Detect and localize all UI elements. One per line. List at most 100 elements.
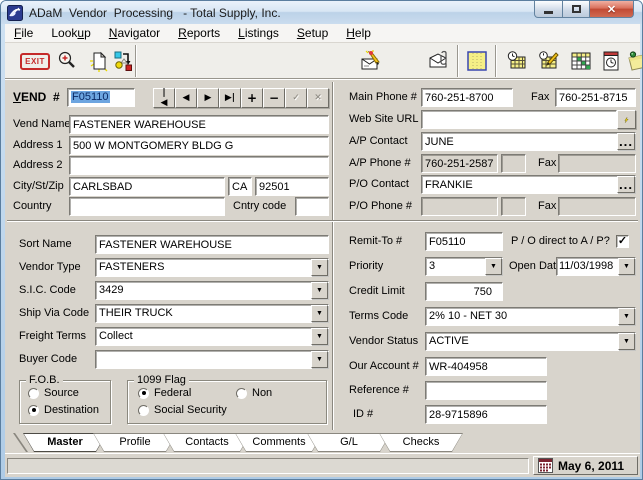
ap-contact-input[interactable]: [421, 132, 636, 151]
credit-limit-input[interactable]: [425, 282, 503, 301]
freight-terms-label: Freight Terms: [19, 327, 86, 345]
nav-last-button[interactable]: ▶|: [219, 88, 241, 108]
mail-attachment-icon: [427, 49, 451, 73]
ship-via-combo[interactable]: THEIR TRUCK: [95, 304, 329, 323]
main-fax-label: Fax: [531, 88, 549, 106]
city-input[interactable]: [69, 177, 225, 196]
maximize-button[interactable]: [562, 1, 590, 18]
ap-fax-input[interactable]: [558, 154, 636, 173]
menu-help[interactable]: Help: [337, 24, 380, 42]
po-phone-label: P/O Phone #: [349, 197, 412, 215]
web-url-input[interactable]: [421, 110, 617, 129]
ap-contact-lookup-button[interactable]: ...: [617, 133, 635, 150]
menu-lookup[interactable]: Lookup: [42, 24, 99, 42]
zip-input[interactable]: [255, 177, 329, 196]
address1-input[interactable]: [69, 136, 329, 155]
sticky-note-icon: [625, 49, 643, 73]
state-input[interactable]: [228, 177, 252, 196]
flag-federal-radio[interactable]: Federal: [138, 387, 191, 399]
exit-button[interactable]: EXIT: [17, 47, 53, 75]
document-clock-button[interactable]: [597, 47, 625, 75]
flag-social-security-radio[interactable]: Social Security: [138, 404, 227, 416]
spreadsheet-button[interactable]: [463, 47, 491, 75]
cntry-code-input[interactable]: [295, 197, 329, 216]
chevron-down-icon[interactable]: [311, 328, 328, 345]
calendar-icon: [538, 458, 553, 473]
nav-delete-button[interactable]: −: [263, 88, 285, 108]
menu-file[interactable]: File: [5, 24, 42, 42]
ap-phone-ext-input[interactable]: [501, 154, 526, 173]
nav-next-button[interactable]: ▶: [197, 88, 219, 108]
menu-navigator[interactable]: Navigator: [100, 24, 169, 42]
minimize-button[interactable]: [534, 1, 563, 18]
po-direct-checkbox[interactable]: [616, 235, 629, 248]
close-button[interactable]: ✕: [589, 1, 634, 18]
address2-label: Address 2: [13, 156, 63, 174]
priority-label: Priority: [349, 257, 383, 275]
send-mail-button[interactable]: [357, 47, 385, 75]
nav-first-button[interactable]: |◀: [153, 88, 175, 108]
city-label: City/St/Zip: [13, 177, 64, 195]
fob-source-radio[interactable]: Source: [28, 387, 79, 399]
menu-listings[interactable]: Listings: [229, 24, 288, 42]
country-label: Country: [13, 197, 52, 215]
fob-destination-radio[interactable]: Destination: [28, 404, 99, 416]
web-url-go-button[interactable]: [617, 110, 636, 129]
nav-cancel-button[interactable]: ✕: [307, 88, 329, 108]
terms-code-label: Terms Code: [349, 307, 408, 325]
calendar-clock-button[interactable]: [503, 47, 531, 75]
chevron-down-icon[interactable]: [618, 258, 635, 275]
calendar-edit-button[interactable]: [535, 47, 563, 75]
remit-to-input[interactable]: [425, 232, 503, 251]
id-number-input[interactable]: [425, 405, 547, 424]
chevron-down-icon[interactable]: [311, 282, 328, 299]
reference-input[interactable]: [425, 381, 547, 400]
buyer-code-combo[interactable]: [95, 350, 329, 369]
menu-reports[interactable]: Reports: [169, 24, 229, 42]
open-date-combo[interactable]: 11/03/1998: [556, 257, 636, 276]
app-icon: [7, 5, 23, 21]
zoom-button[interactable]: [53, 47, 81, 75]
ap-phone-input[interactable]: [421, 154, 498, 173]
priority-combo[interactable]: 3: [425, 257, 503, 276]
vendor-status-combo[interactable]: ACTIVE: [425, 332, 636, 351]
nav-prev-button[interactable]: ◀: [175, 88, 197, 108]
maximize-icon: [572, 5, 581, 13]
po-phone-ext-input[interactable]: [501, 197, 526, 216]
sic-code-combo[interactable]: 3429: [95, 281, 329, 300]
vend-name-input[interactable]: [69, 115, 329, 134]
chevron-down-icon[interactable]: [311, 351, 328, 368]
address2-input[interactable]: [69, 156, 329, 175]
country-input[interactable]: [69, 197, 225, 216]
main-phone-input[interactable]: [421, 88, 513, 107]
vendor-type-combo[interactable]: FASTENERS: [95, 258, 329, 277]
sort-name-input[interactable]: [95, 235, 329, 254]
chevron-down-icon[interactable]: [618, 308, 635, 325]
nav-insert-button[interactable]: +: [241, 88, 263, 108]
chevron-down-icon[interactable]: [311, 305, 328, 322]
po-fax-input[interactable]: [558, 197, 636, 216]
chevron-down-icon[interactable]: [618, 333, 635, 350]
menu-setup[interactable]: Setup: [288, 24, 337, 42]
freight-terms-combo[interactable]: Collect: [95, 327, 329, 346]
main-fax-input[interactable]: [555, 88, 636, 107]
po-contact-lookup-button[interactable]: ...: [617, 176, 635, 193]
po-phone-input[interactable]: [421, 197, 498, 216]
table-button[interactable]: [567, 47, 595, 75]
mail-attachment-button[interactable]: [425, 47, 453, 75]
nav-post-button[interactable]: ✓: [285, 88, 307, 108]
vend-number-input[interactable]: F05110: [67, 88, 135, 107]
chevron-down-icon[interactable]: [485, 258, 502, 275]
ap-phone-label: A/P Phone #: [349, 154, 411, 172]
chevron-down-icon[interactable]: [311, 259, 328, 276]
toolbar-divider: [135, 45, 137, 77]
navigator-button[interactable]: [109, 47, 137, 75]
po-contact-input[interactable]: [421, 175, 636, 194]
vend-number-label: VEND #: [13, 88, 60, 106]
tab-checks[interactable]: Checks: [379, 433, 463, 452]
terms-code-combo[interactable]: 2% 10 - NET 30: [425, 307, 636, 326]
flag-non-radio[interactable]: Non: [236, 387, 272, 399]
our-account-input[interactable]: [425, 357, 547, 376]
send-mail-icon: [359, 49, 383, 73]
sticky-note-button[interactable]: [625, 47, 643, 75]
